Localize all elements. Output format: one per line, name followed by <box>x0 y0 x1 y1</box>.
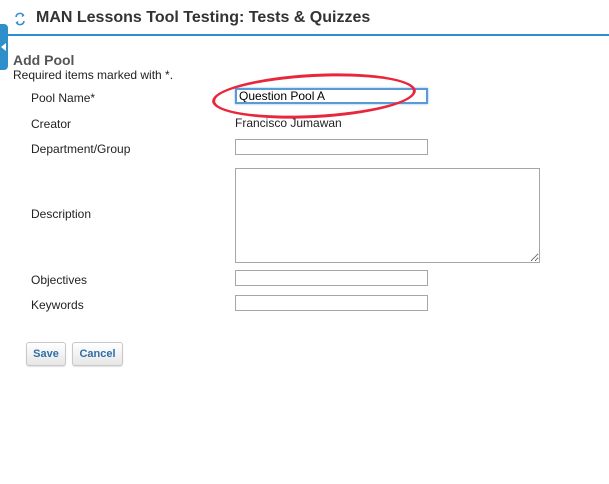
page-title: MAN Lessons Tool Testing: Tests & Quizze… <box>36 9 371 26</box>
pool-name-label: Pool Name* <box>31 91 96 105</box>
creator-value: Francisco Jumawan <box>235 116 342 130</box>
tool-header: MAN Lessons Tool Testing: Tests & Quizze… <box>0 0 609 36</box>
save-button[interactable]: Save <box>26 342 66 366</box>
description-textarea[interactable] <box>235 168 540 263</box>
keywords-label: Keywords <box>31 298 84 312</box>
collapse-left-arrow-icon <box>1 43 6 51</box>
pool-name-input[interactable] <box>235 88 428 104</box>
section-title: Add Pool <box>13 52 75 68</box>
objectives-label: Objectives <box>31 273 88 287</box>
keywords-input[interactable] <box>235 295 428 311</box>
description-label: Description <box>31 207 92 221</box>
cancel-button[interactable]: Cancel <box>72 342 123 366</box>
refresh-arrows-icon[interactable] <box>13 12 27 26</box>
objectives-input[interactable] <box>235 270 428 286</box>
required-note: Required items marked with *. <box>13 68 174 82</box>
page: MAN Lessons Tool Testing: Tests & Quizze… <box>0 0 609 484</box>
collapse-sidebar-tab[interactable] <box>0 24 8 70</box>
department-label: Department/Group <box>31 142 131 156</box>
department-input[interactable] <box>235 139 428 155</box>
creator-label: Creator <box>31 117 72 131</box>
